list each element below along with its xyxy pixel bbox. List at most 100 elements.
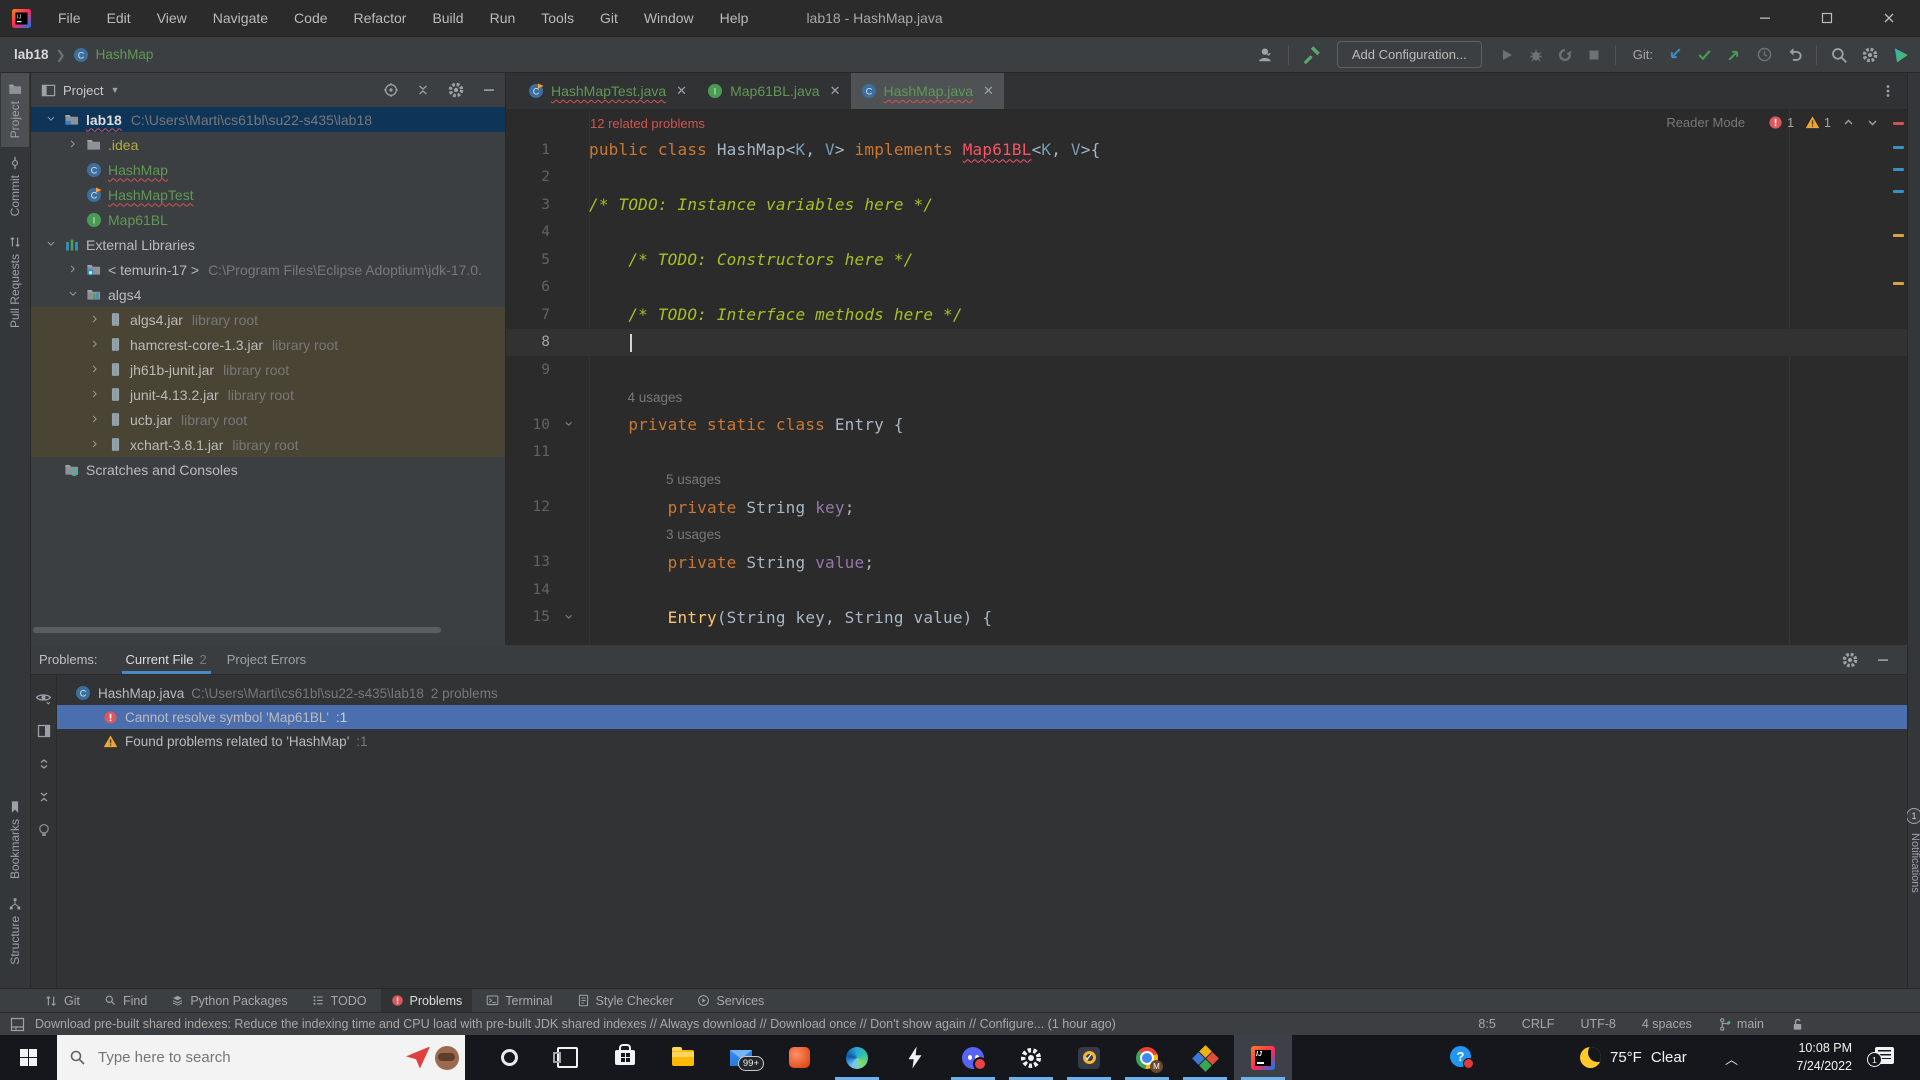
tree-row[interactable]: lab18 C:\Users\Marti\cs61bl\su22-s435\la… <box>31 107 505 132</box>
chevron-down-icon[interactable]: ▼ <box>110 85 119 95</box>
taskbar-app-norton[interactable] <box>1060 1035 1118 1080</box>
tool-stripe-project[interactable]: Project <box>1 73 29 148</box>
toolwindow-git[interactable]: Git <box>34 989 90 1012</box>
caret-position[interactable]: 8:5 <box>1478 1017 1495 1031</box>
line-number[interactable]: 3 <box>506 197 550 213</box>
usages-hint[interactable]: 4 usages <box>628 390 683 405</box>
problem-item[interactable]: Cannot resolve symbol 'Map61BL' :1 <box>57 705 1907 729</box>
error-badge-icon[interactable] <box>1768 115 1783 130</box>
taskbar-app-diamond[interactable] <box>1176 1035 1234 1080</box>
expand-all-icon[interactable] <box>36 756 52 772</box>
taskbar-search[interactable] <box>57 1035 465 1080</box>
tool-stripe-bookmarks[interactable]: Bookmarks <box>0 791 30 888</box>
tree-row[interactable]: ucb.jar library root <box>31 407 505 432</box>
view-options-eye-icon[interactable] <box>35 689 52 706</box>
breadcrumb-class[interactable]: HashMap <box>96 47 154 62</box>
menu-file[interactable]: File <box>45 0 94 36</box>
menu-navigate[interactable]: Navigate <box>200 0 281 36</box>
usages-hint[interactable]: 5 usages <box>666 472 721 487</box>
toolwindow-todo[interactable]: TODO <box>302 989 377 1012</box>
editor-tab-HashMapTest.java[interactable]: C HashMapTest.java ✕ <box>518 73 697 109</box>
warning-stripe-mark[interactable] <box>1893 234 1904 237</box>
git-branch-name[interactable]: main <box>1737 1017 1764 1031</box>
taskbar-app-task-view[interactable] <box>538 1035 596 1080</box>
search-everywhere-icon[interactable] <box>1830 46 1848 64</box>
line-number[interactable]: 14 <box>506 582 550 598</box>
notifications-stripe-label[interactable]: Notifications <box>1909 833 1920 893</box>
tree-row[interactable]: algs4.jar library root <box>31 307 505 332</box>
menu-build[interactable]: Build <box>419 0 476 36</box>
taskbar-app-explorer[interactable] <box>654 1035 712 1080</box>
taskbar-app-edge[interactable] <box>828 1035 886 1080</box>
tree-row[interactable]: junit-4.13.2.jar library root <box>31 382 505 407</box>
line-number[interactable]: 4 <box>506 224 550 240</box>
indent-setting[interactable]: 4 spaces <box>1642 1017 1692 1031</box>
taskbar-app-discord[interactable] <box>944 1035 1002 1080</box>
taskbar-app-store[interactable] <box>596 1035 654 1080</box>
line-number[interactable]: 15 <box>506 609 550 625</box>
toolwindow-services[interactable]: Services <box>687 989 774 1012</box>
start-button[interactable] <box>0 1035 57 1080</box>
tree-row[interactable]: .idea <box>31 132 505 157</box>
close-button[interactable] <box>1858 0 1920 36</box>
run-icon[interactable] <box>1499 47 1515 63</box>
taskbar-app-chrome[interactable]: M <box>1118 1035 1176 1080</box>
minimize-button[interactable] <box>1734 0 1796 36</box>
tree-row[interactable]: Scratches and Consoles <box>31 457 505 482</box>
stripe-mark[interactable] <box>1893 146 1904 149</box>
history-clock-icon[interactable] <box>1756 46 1773 63</box>
line-number[interactable]: 8 <box>506 334 550 350</box>
get-help-icon[interactable]: ? <box>1450 1046 1474 1069</box>
toolwindow-problems[interactable]: Problems <box>380 989 473 1012</box>
locate-file-icon[interactable] <box>383 82 399 98</box>
prev-problem-chevron-icon[interactable] <box>1842 116 1855 129</box>
problems-gear-icon[interactable] <box>1841 651 1859 669</box>
menu-run[interactable]: Run <box>477 0 529 36</box>
tree-row[interactable]: xchart-3.8.1.jar library root <box>31 432 505 457</box>
git-commit-check-icon[interactable] <box>1696 46 1713 63</box>
taskbar-app-intellij[interactable] <box>1234 1035 1292 1080</box>
action-center-icon[interactable]: 1 <box>1867 1047 1894 1067</box>
line-number[interactable]: 12 <box>506 499 550 515</box>
menu-help[interactable]: Help <box>707 0 762 36</box>
maximize-button[interactable] <box>1796 0 1858 36</box>
line-number[interactable]: 9 <box>506 362 550 378</box>
line-number[interactable]: 13 <box>506 554 550 570</box>
clock-widget[interactable]: 10:08 PM 7/24/2022 <box>1760 1039 1852 1075</box>
collapse-all-icon[interactable] <box>36 789 52 805</box>
file-encoding[interactable]: UTF-8 <box>1580 1017 1615 1031</box>
line-number[interactable]: 5 <box>506 252 550 268</box>
toolwindow-find[interactable]: Find <box>94 989 157 1012</box>
error-stripe-mark[interactable] <box>1893 122 1904 125</box>
hide-panel-icon[interactable] <box>481 82 497 98</box>
toolwindow-terminal[interactable]: Terminal <box>476 989 562 1012</box>
menu-view[interactable]: View <box>144 0 200 36</box>
taskbar-app-opera[interactable] <box>480 1035 538 1080</box>
tab-options-kebab-icon[interactable] <box>1881 84 1895 98</box>
tree-row[interactable]: algs4 <box>31 282 505 307</box>
tree-row[interactable]: < temurin-17 > C:\Program Files\Eclipse … <box>31 257 505 282</box>
tree-row[interactable]: I Map61BL <box>31 207 505 232</box>
git-push-icon[interactable] <box>1726 46 1743 63</box>
taskbar-app-bolt[interactable] <box>886 1035 944 1080</box>
menu-edit[interactable]: Edit <box>94 0 144 36</box>
line-number[interactable]: 10 <box>506 417 550 433</box>
menu-git[interactable]: Git <box>587 0 631 36</box>
search-input[interactable] <box>96 1048 350 1067</box>
unlocked-icon[interactable] <box>1790 1017 1805 1032</box>
weather-widget[interactable]: 75°F Clear <box>1580 1035 1687 1080</box>
tool-stripe-commit[interactable]: Commit <box>1 147 29 225</box>
rollback-icon[interactable] <box>1786 46 1803 63</box>
line-number[interactable]: 1 <box>506 142 550 158</box>
reader-mode-label[interactable]: Reader Mode <box>1666 115 1745 130</box>
stop-icon[interactable] <box>1586 47 1602 63</box>
tool-stripe-pull-requests[interactable]: Pull Requests <box>1 226 29 337</box>
tree-row[interactable]: C HashMap <box>31 157 505 182</box>
usages-hint[interactable]: 3 usages <box>666 527 721 542</box>
tool-window-switcher-icon[interactable] <box>10 1017 25 1032</box>
close-tab-icon[interactable]: ✕ <box>676 83 687 99</box>
line-number[interactable]: 2 <box>506 169 550 185</box>
problem-item[interactable]: Found problems related to 'HashMap' :1 <box>57 729 1907 753</box>
problems-tab-current-file[interactable]: Current File 2 <box>116 645 217 674</box>
stripe-mark[interactable] <box>1893 168 1904 171</box>
